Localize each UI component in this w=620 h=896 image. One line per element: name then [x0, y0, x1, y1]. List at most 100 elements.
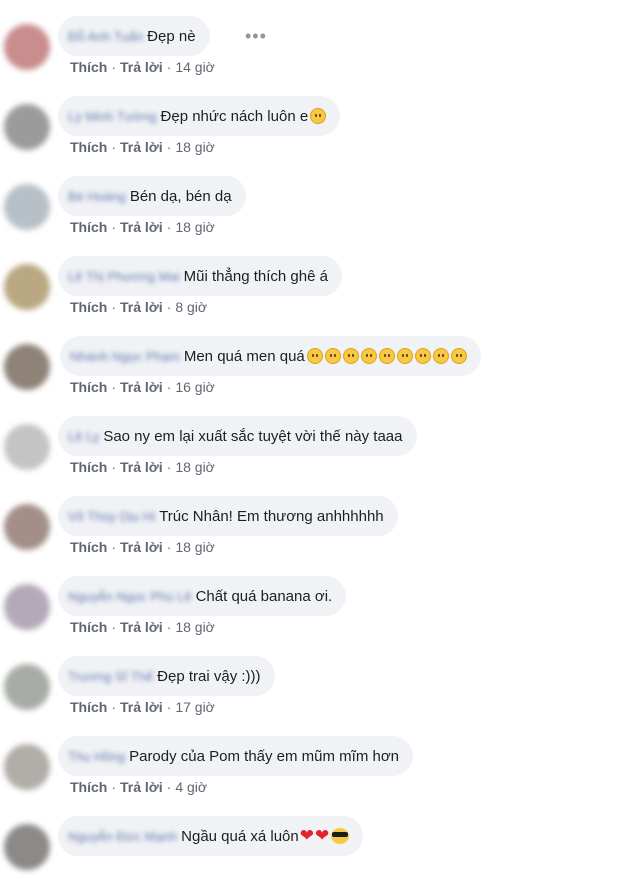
comment-actions: Thích · Trả lời · 4 giờ — [70, 779, 207, 795]
reply-link[interactable]: Trả lời — [120, 779, 163, 795]
sunglasses-emoji — [331, 828, 350, 844]
comment-author[interactable]: Thu Hồng — [68, 749, 125, 764]
comment-item: Lý Minh Tường Đẹp nhức nách luôn e Thích · T… — [0, 96, 620, 176]
comment-item: Nguyễn Ngọc Phú Lê Chất quá banana ơi. Thí… — [0, 576, 620, 656]
separator-dot: · — [111, 59, 117, 75]
avatar[interactable] — [4, 504, 50, 550]
like-link[interactable]: Thích — [70, 539, 107, 555]
comment-timestamp[interactable]: 4 giờ — [175, 779, 207, 795]
separator-dot: · — [111, 299, 117, 315]
pleading-emoji — [342, 348, 359, 364]
avatar[interactable] — [4, 824, 50, 870]
comment-author[interactable]: Võ Thùy Dịu Hi — [68, 509, 155, 524]
like-link[interactable]: Thích — [70, 219, 107, 235]
comment-actions: Thích · Trả lời · 18 giờ — [70, 219, 215, 235]
more-options-icon[interactable]: ••• — [245, 26, 267, 47]
comment-author[interactable]: Lê Thị Phương Mai — [68, 269, 180, 284]
comment-timestamp[interactable]: 16 giờ — [175, 379, 215, 395]
flushed-emoji — [396, 348, 413, 364]
separator-dot: · — [166, 379, 172, 395]
reply-link[interactable]: Trả lời — [120, 299, 163, 315]
like-link[interactable]: Thích — [70, 379, 107, 395]
like-link[interactable]: Thích — [70, 59, 107, 75]
like-link[interactable]: Thích — [70, 299, 107, 315]
comment-author[interactable]: Đỗ Anh Tuấn — [68, 29, 143, 44]
like-link[interactable]: Thích — [70, 779, 107, 795]
comment-bubble: Lê Thị Phương Mai Mũi thẳng thích ghê á — [58, 256, 342, 296]
separator-dot: · — [166, 219, 172, 235]
comment-author[interactable]: Nhánh Ngọc Phạm — [70, 349, 180, 364]
comment-item: Đỗ Anh Tuấn Đẹp nè ••• Thích · Trả lời · 14 giờ — [0, 16, 620, 96]
reply-link[interactable]: Trả lời — [120, 459, 163, 475]
avatar[interactable] — [4, 24, 50, 70]
separator-dot: · — [166, 539, 172, 555]
avatar[interactable] — [4, 664, 50, 710]
like-link[interactable]: Thích — [70, 619, 107, 635]
avatar[interactable] — [4, 424, 50, 470]
separator-dot: · — [111, 459, 117, 475]
comment-item: Võ Thùy Dịu Hi Trúc Nhân! Em thương anhhh… — [0, 496, 620, 576]
comment-actions: Thích · Trả lời · 14 giờ — [70, 59, 215, 75]
comment-item: Nhánh Ngọc Phạm Men quá men quá Thích · Trả … — [0, 336, 620, 416]
comment-timestamp[interactable]: 18 giờ — [175, 619, 215, 635]
separator-dot: · — [166, 459, 172, 475]
avatar[interactable] — [4, 744, 50, 790]
comment-bubble: Thu Hồng Parody của Pom thấy em mũm mĩm h… — [58, 736, 414, 776]
comment-item: Lê Thị Phương Mai Mũi thẳng thích ghê á Th… — [0, 256, 620, 336]
comment-author[interactable]: Bé Hoàng — [68, 189, 126, 204]
reply-link[interactable]: Trả lời — [120, 59, 163, 75]
reply-link[interactable]: Trả lời — [120, 539, 163, 555]
comment-timestamp[interactable]: 18 giờ — [175, 459, 215, 475]
comment-timestamp[interactable]: 17 giờ — [175, 699, 215, 715]
reply-link[interactable]: Trả lời — [120, 379, 163, 395]
reply-link[interactable]: Trả lời — [120, 699, 163, 715]
heart-emoji: ❤ — [315, 826, 330, 845]
comment-author[interactable]: Nguyễn Ngọc Phú Lê — [68, 589, 192, 604]
comment-bubble: Nguyễn Ngọc Phú Lê Chất quá banana ơi. — [58, 576, 347, 616]
comment-author[interactable]: Lý Minh Tường — [68, 109, 157, 124]
comment-text: Trúc Nhân! Em thương anhhhhhh — [159, 507, 384, 525]
comment-item: Thu Hồng Parody của Pom thấy em mũm mĩm h… — [0, 736, 620, 816]
avatar[interactable] — [4, 264, 50, 310]
like-link[interactable]: Thích — [70, 459, 107, 475]
separator-dot: · — [166, 699, 172, 715]
comment-bubble: Nhánh Ngọc Phạm Men quá men quá — [60, 336, 481, 376]
like-link[interactable]: Thích — [70, 699, 107, 715]
reply-link[interactable]: Trả lời — [120, 139, 163, 155]
separator-dot: · — [166, 779, 172, 795]
comment-timestamp[interactable]: 14 giờ — [175, 59, 215, 75]
comment-bubble: Bé Hoàng Bén dạ, bén dạ — [58, 176, 246, 216]
separator-dot: · — [111, 139, 117, 155]
comment-author[interactable]: Lê Ly — [68, 429, 99, 444]
rolling-laughing-emoji — [310, 108, 327, 124]
avatar[interactable] — [4, 584, 50, 630]
comment-actions: Thích · Trả lời · 17 giờ — [70, 699, 215, 715]
comment-text: Ngầu quá xá luôn — [181, 827, 299, 845]
separator-dot: · — [111, 379, 117, 395]
like-link[interactable]: Thích — [70, 139, 107, 155]
reply-link[interactable]: Trả lời — [120, 619, 163, 635]
comment-item: Trương Sĩ Thế Đẹp trai vậy :))) Thích · Trả … — [0, 656, 620, 736]
comment-bubble: Nguyễn Đức Mạnh Ngầu quá xá luôn ❤ ❤ — [58, 816, 364, 856]
comment-bubble: Đỗ Anh Tuấn Đẹp nè — [58, 16, 210, 56]
comment-actions: Thích · Trả lời · 18 giờ — [70, 139, 215, 155]
avatar[interactable] — [4, 104, 50, 150]
comment-author[interactable]: Nguyễn Đức Mạnh — [68, 829, 177, 844]
comment-text: Bén dạ, bén dạ — [129, 187, 232, 205]
reply-link[interactable]: Trả lời — [120, 219, 163, 235]
avatar[interactable] — [4, 184, 50, 230]
comment-timestamp[interactable]: 8 giờ — [175, 299, 207, 315]
screaming-emoji — [450, 348, 467, 364]
comment-actions: Thích · Trả lời · 16 giờ — [70, 379, 215, 395]
separator-dot: · — [166, 59, 172, 75]
comment-text: Parody của Pom thấy em mũm mĩm hơn — [129, 747, 400, 765]
comment-actions: Thích · Trả lời · 8 giờ — [70, 299, 207, 315]
comment-bubble: Lê Ly Sao ny em lại xuất sắc tuyệt vời th… — [58, 416, 417, 456]
separator-dot: · — [111, 539, 117, 555]
comment-timestamp[interactable]: 18 giờ — [175, 539, 215, 555]
flushed-emoji — [360, 348, 377, 364]
avatar[interactable] — [4, 344, 50, 390]
comment-author[interactable]: Trương Sĩ Thế — [68, 669, 153, 684]
comment-timestamp[interactable]: 18 giờ — [175, 219, 215, 235]
comment-timestamp[interactable]: 18 giờ — [175, 139, 215, 155]
